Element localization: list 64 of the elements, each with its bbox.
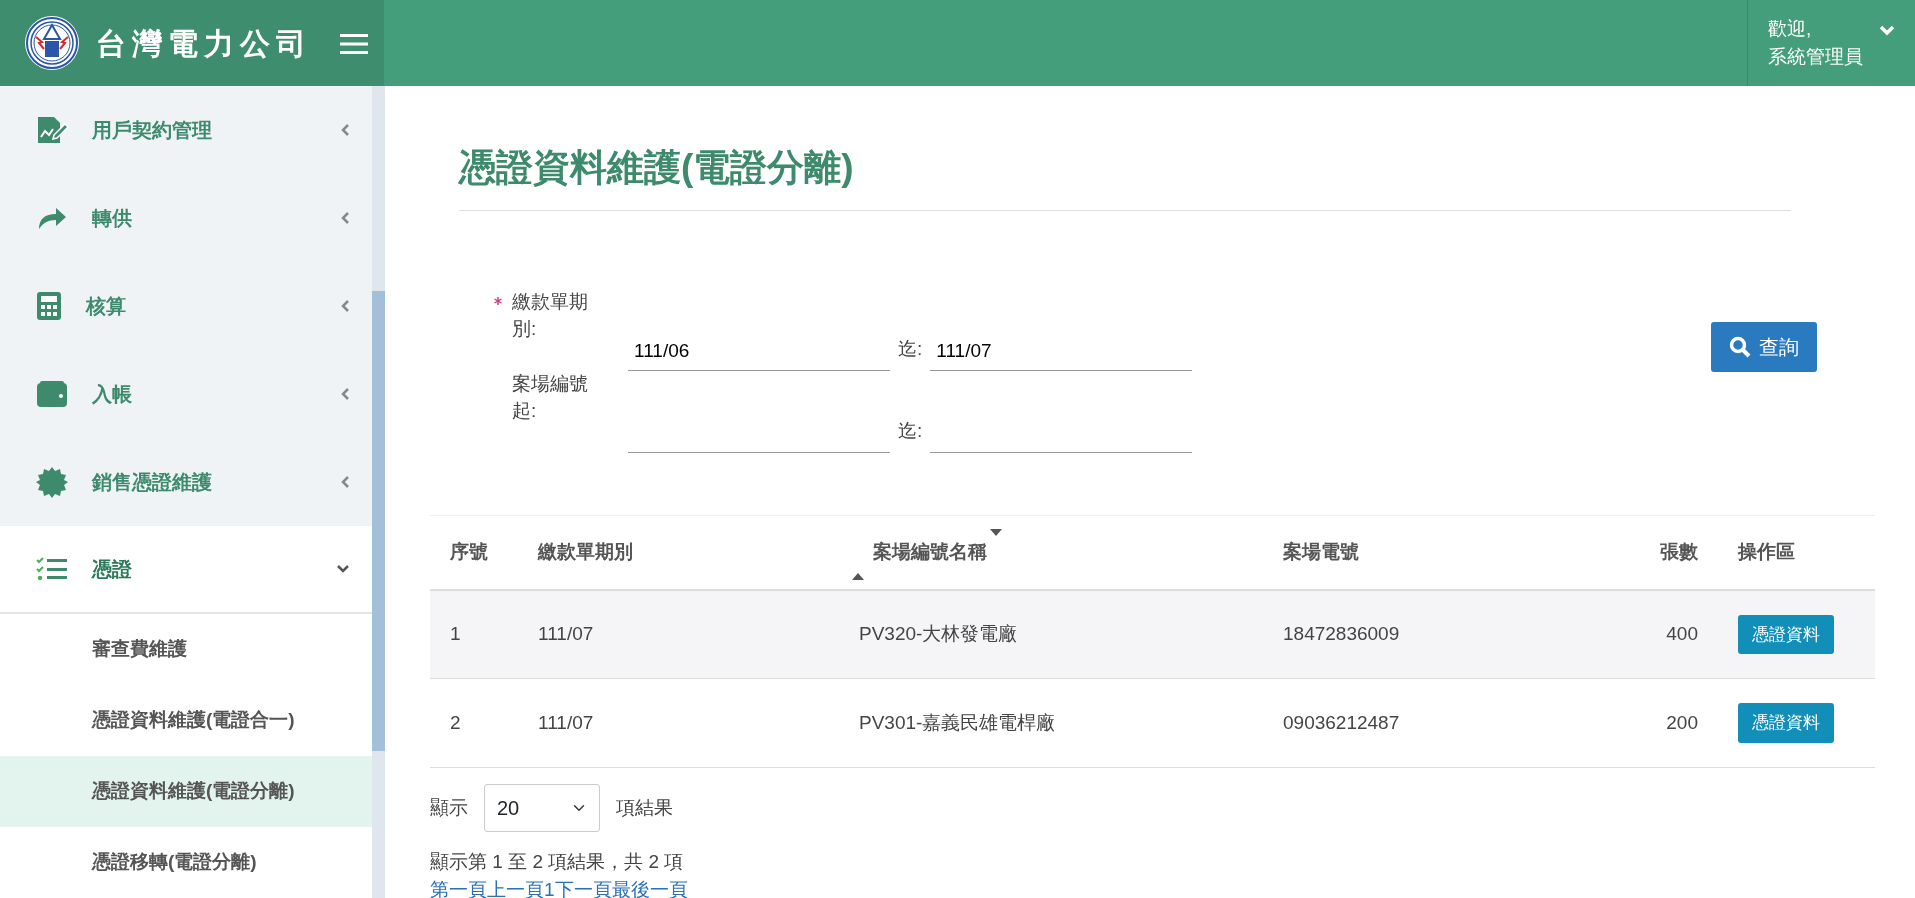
table-cell: PV320-大林發電廠 <box>833 589 1263 679</box>
chevron-left-icon <box>340 299 350 313</box>
table-cell: 1 <box>430 589 518 679</box>
share-arrow-icon <box>36 205 68 231</box>
field-label: 迄: <box>898 336 923 361</box>
table-cell: 111/07 <box>518 678 833 768</box>
sidebar-subitem[interactable]: 憑證移轉(電證分離) <box>0 827 372 898</box>
field-label: 迄: <box>898 418 923 443</box>
chevron-left-icon <box>340 475 350 489</box>
certificate-data-button[interactable]: 憑證資料 <box>1738 703 1834 743</box>
user-name: 系統管理員 <box>1768 45 1863 69</box>
sidebar-subitem[interactable]: 憑證資料維護(電證分離) <box>0 756 372 827</box>
greeting-text: 歡迎, <box>1768 17 1813 42</box>
sidebar-subitem[interactable]: 憑證資料維護(電證合一) <box>0 685 372 756</box>
chevron-down-icon <box>336 564 350 574</box>
sidebar-scrollbar[interactable] <box>372 86 385 898</box>
checklist-icon <box>36 557 68 581</box>
table-cell: 111/07 <box>518 589 833 679</box>
chevron-down-icon <box>1879 25 1895 37</box>
sidebar-item[interactable]: 用戶契約管理 <box>0 86 372 174</box>
column-header: 張數 <box>1608 515 1718 590</box>
field-label: 繳款單期別: <box>512 290 589 341</box>
column-header: 序號 <box>430 515 518 590</box>
sort-descending-icon[interactable] <box>989 528 1003 538</box>
page-size-select[interactable]: 20 <box>484 783 600 832</box>
chevron-left-icon <box>340 123 350 137</box>
table-cell: PV301-嘉義民雄電桿廠 <box>833 678 1263 768</box>
table-cell: 200 <box>1608 678 1718 768</box>
table-cell: 2 <box>430 678 518 768</box>
certificate-data-button[interactable]: 憑證資料 <box>1738 614 1834 655</box>
sidebar-subitem[interactable]: 審查費維護 <box>0 614 372 685</box>
search-icon <box>1729 336 1751 359</box>
sidebar-item[interactable]: 憑證 <box>0 526 372 614</box>
chevron-left-icon <box>340 211 350 225</box>
sidebar-item[interactable]: 核算 <box>0 262 372 350</box>
pen-document-icon <box>36 115 68 145</box>
sidebar-item[interactable]: 銷售憑證維護 <box>0 438 372 526</box>
user-menu[interactable]: 歡迎, 系統管理員 <box>1747 0 1915 86</box>
column-header: 繳款單期別 <box>518 515 833 590</box>
pagination-link[interactable]: 1 <box>544 876 555 898</box>
sort-ascending-icon[interactable] <box>851 571 865 581</box>
menu-icon[interactable] <box>340 31 368 55</box>
column-header: 操作區 <box>1718 515 1875 590</box>
chevron-left-icon <box>340 387 350 401</box>
emblem-icon <box>24 15 80 71</box>
search-button[interactable]: 查詢 <box>1711 322 1817 373</box>
table-cell: 18472836009 <box>1263 589 1608 679</box>
page-title: 憑證資料維護(電證分離) <box>459 146 1791 212</box>
input-field[interactable]: 111/07 <box>930 331 1193 372</box>
table-cell: 400 <box>1608 589 1718 679</box>
column-header-label: 案場編號名稱 <box>873 541 987 563</box>
table-cell: 09036212487 <box>1263 678 1608 768</box>
length-label: 項結果 <box>616 795 673 820</box>
length-label: 顯示 <box>430 795 468 820</box>
column-header: 案場電號 <box>1263 515 1608 590</box>
field-label: 案場編號起: <box>512 372 589 423</box>
input-field[interactable]: 111/06 <box>628 331 890 372</box>
sidebar-item[interactable]: 入帳 <box>0 350 372 438</box>
result-info: 顯示第 1 至 2 項結果，共 2 項 <box>430 849 685 874</box>
sidebar-item[interactable]: 轉供 <box>0 174 372 262</box>
calculator-icon <box>36 291 62 321</box>
wallet-icon <box>36 380 68 408</box>
brand-name: 台灣電力公司 <box>96 24 312 63</box>
badge-seal-icon <box>36 466 68 498</box>
